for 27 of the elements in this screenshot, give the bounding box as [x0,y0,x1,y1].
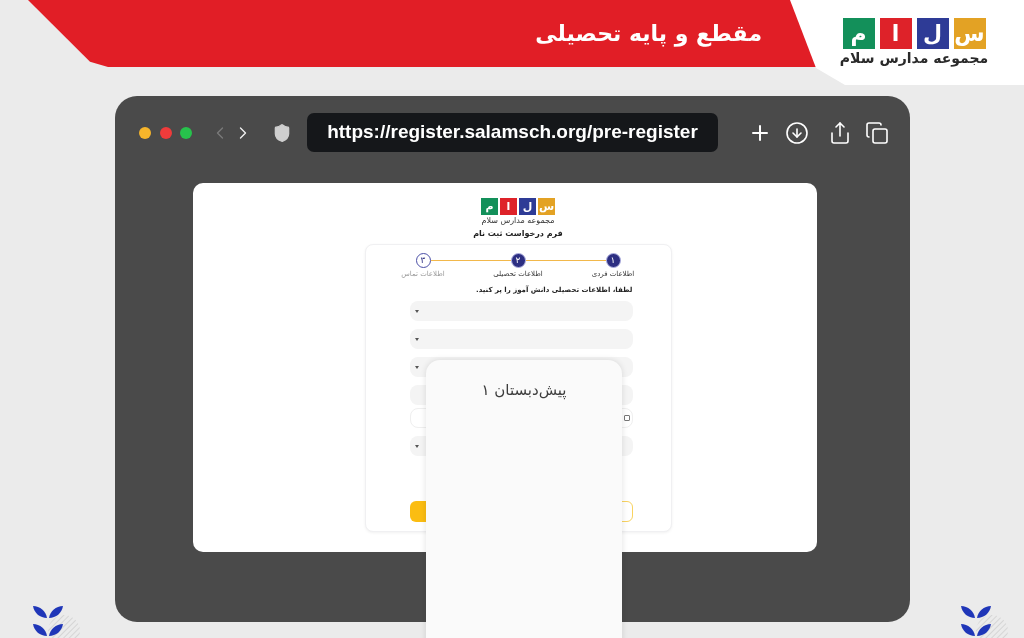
address-bar[interactable]: https://register.salamsch.org/pre-register [307,113,718,152]
sprout-icon [30,603,80,638]
download-icon[interactable] [785,120,809,145]
shield-icon[interactable] [272,121,292,144]
logo-tile: ا [500,198,517,215]
tabs-icon[interactable] [865,120,889,145]
select-field[interactable] [409,329,633,349]
caret-icon [414,444,419,448]
logo-tile: ا [879,18,912,49]
header-title: مقطع و پایه تحصیلی [535,22,762,45]
sprout-icon [958,603,1008,638]
caret-icon [414,337,419,341]
caret-icon [414,365,419,369]
logo-tile: م [842,18,875,49]
logo-tile: ل [519,198,536,215]
caret-icon [414,309,419,313]
logo-text: مجموعه مدارس سلام [481,216,555,226]
logo-text: مجموعه مدارس سلام [839,50,989,67]
logo-tile: س [538,198,555,215]
form-title: فرم درخواست ثبت نام [473,229,563,239]
logo-tile: ل [916,18,949,49]
select-field[interactable] [409,301,633,321]
checkbox[interactable] [623,415,630,421]
share-icon[interactable] [828,120,852,145]
logo-tile: م [481,198,498,215]
logo-tile: س [953,18,986,49]
dropdown-option[interactable]: پیش‌دبستان ۱ [481,380,567,400]
